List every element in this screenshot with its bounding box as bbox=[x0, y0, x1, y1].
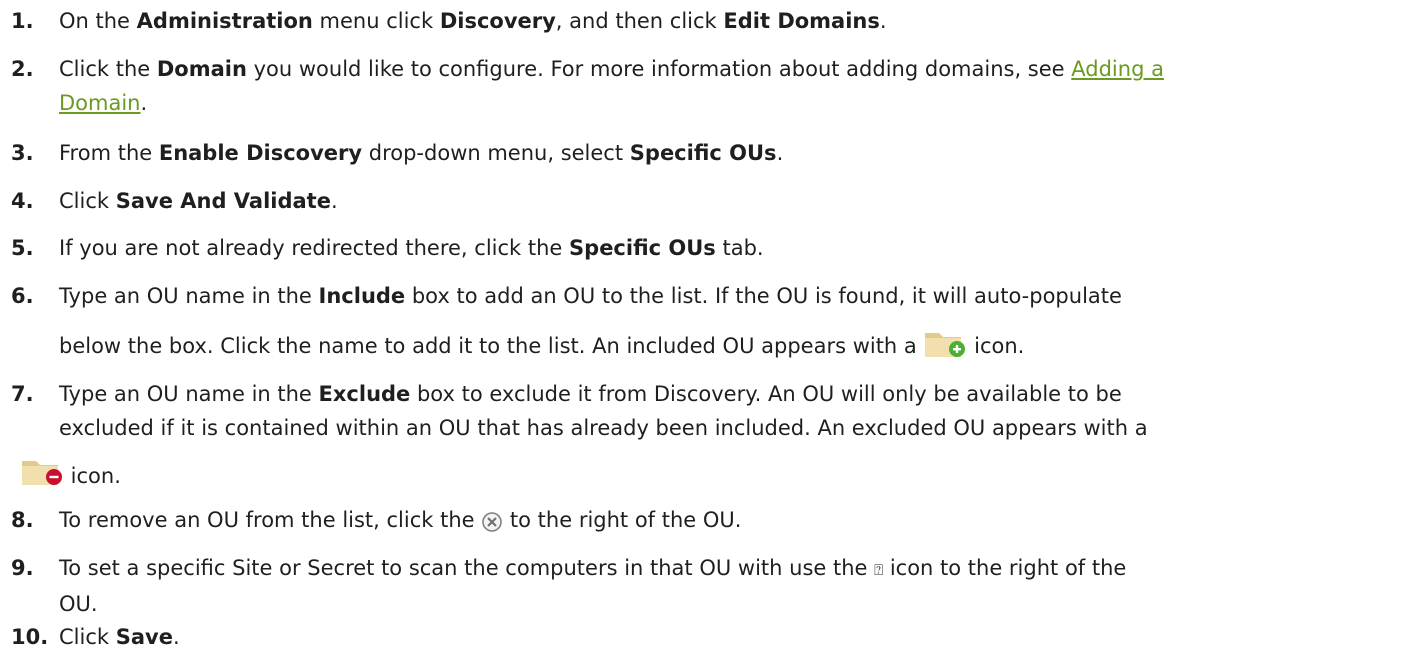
step-number: 9. bbox=[11, 556, 34, 580]
step-text: Click bbox=[59, 625, 116, 649]
ui-term-include: Include bbox=[318, 284, 406, 308]
step-text: If you are not already redirected there,… bbox=[59, 236, 570, 260]
step-text: Click the bbox=[59, 57, 157, 81]
ui-term-edit-domains: Edit Domains bbox=[723, 9, 880, 33]
ui-term-discovery: Discovery bbox=[439, 9, 556, 33]
ui-term-domain: Domain bbox=[156, 57, 247, 81]
step-text: box to exclude it from Discovery. An OU … bbox=[410, 382, 1122, 406]
settings-placeholder-icon: ⍰ bbox=[874, 561, 884, 579]
step-text: . bbox=[172, 625, 180, 649]
step-text: To remove an OU from the list, click the bbox=[59, 508, 482, 532]
ui-term-administration: Administration bbox=[136, 9, 313, 33]
step-text: Click bbox=[59, 189, 116, 213]
adding-a-domain-link-cont[interactable]: Domain bbox=[59, 91, 141, 115]
step-text: . bbox=[140, 91, 148, 115]
folder-remove-icon bbox=[22, 461, 62, 485]
step-text: drop-down menu, select bbox=[362, 141, 630, 165]
step-number: 5. bbox=[11, 236, 34, 260]
ui-term-save: Save bbox=[115, 625, 173, 649]
step-text: icon to the right of the bbox=[883, 556, 1127, 580]
step-text: box to add an OU to the list. If the OU … bbox=[405, 284, 1122, 308]
step-number: 10. bbox=[11, 625, 49, 649]
instruction-list: 1. On the Administration menu click Disc… bbox=[0, 0, 1424, 659]
step-text: below the box. Click the name to add it … bbox=[59, 334, 924, 358]
step-text: , and then click bbox=[555, 9, 724, 33]
step-text: . bbox=[879, 9, 887, 33]
ui-term-enable-discovery: Enable Discovery bbox=[158, 141, 363, 165]
step-number: 1. bbox=[11, 9, 34, 33]
ui-term-save-and-validate: Save And Validate bbox=[115, 189, 331, 213]
step-number: 4. bbox=[11, 189, 34, 213]
step-text: From the bbox=[59, 141, 159, 165]
step-text: to the right of the OU. bbox=[503, 508, 742, 532]
step-text: OU. bbox=[59, 592, 98, 616]
adding-a-domain-link[interactable]: Adding a bbox=[1071, 57, 1164, 81]
step-number: 7. bbox=[11, 382, 34, 406]
step-text: . bbox=[330, 189, 338, 213]
step-number: 3. bbox=[11, 141, 34, 165]
step-text: Type an OU name in the bbox=[59, 382, 319, 406]
ui-term-exclude: Exclude bbox=[318, 382, 411, 406]
step-text: On the bbox=[59, 9, 137, 33]
step-text: tab. bbox=[715, 236, 764, 260]
step-text: you would like to configure. For more in… bbox=[246, 57, 1072, 81]
ui-term-specific-ous: Specific OUs bbox=[629, 141, 777, 165]
step-text: icon. bbox=[64, 464, 121, 488]
step-text: icon. bbox=[967, 334, 1025, 358]
step-number: 2. bbox=[11, 57, 34, 81]
step-number: 8. bbox=[11, 508, 34, 532]
folder-add-icon bbox=[925, 333, 966, 357]
step-text: menu click bbox=[312, 9, 440, 33]
remove-circle-icon bbox=[482, 512, 503, 532]
step-text: excluded if it is contained within an OU… bbox=[59, 416, 1148, 440]
step-text: To set a specific Site or Secret to scan… bbox=[59, 556, 875, 580]
step-text: Type an OU name in the bbox=[59, 284, 319, 308]
ui-term-specific-ous: Specific OUs bbox=[569, 236, 716, 260]
step-text: . bbox=[776, 141, 784, 165]
step-number: 6. bbox=[11, 284, 34, 308]
